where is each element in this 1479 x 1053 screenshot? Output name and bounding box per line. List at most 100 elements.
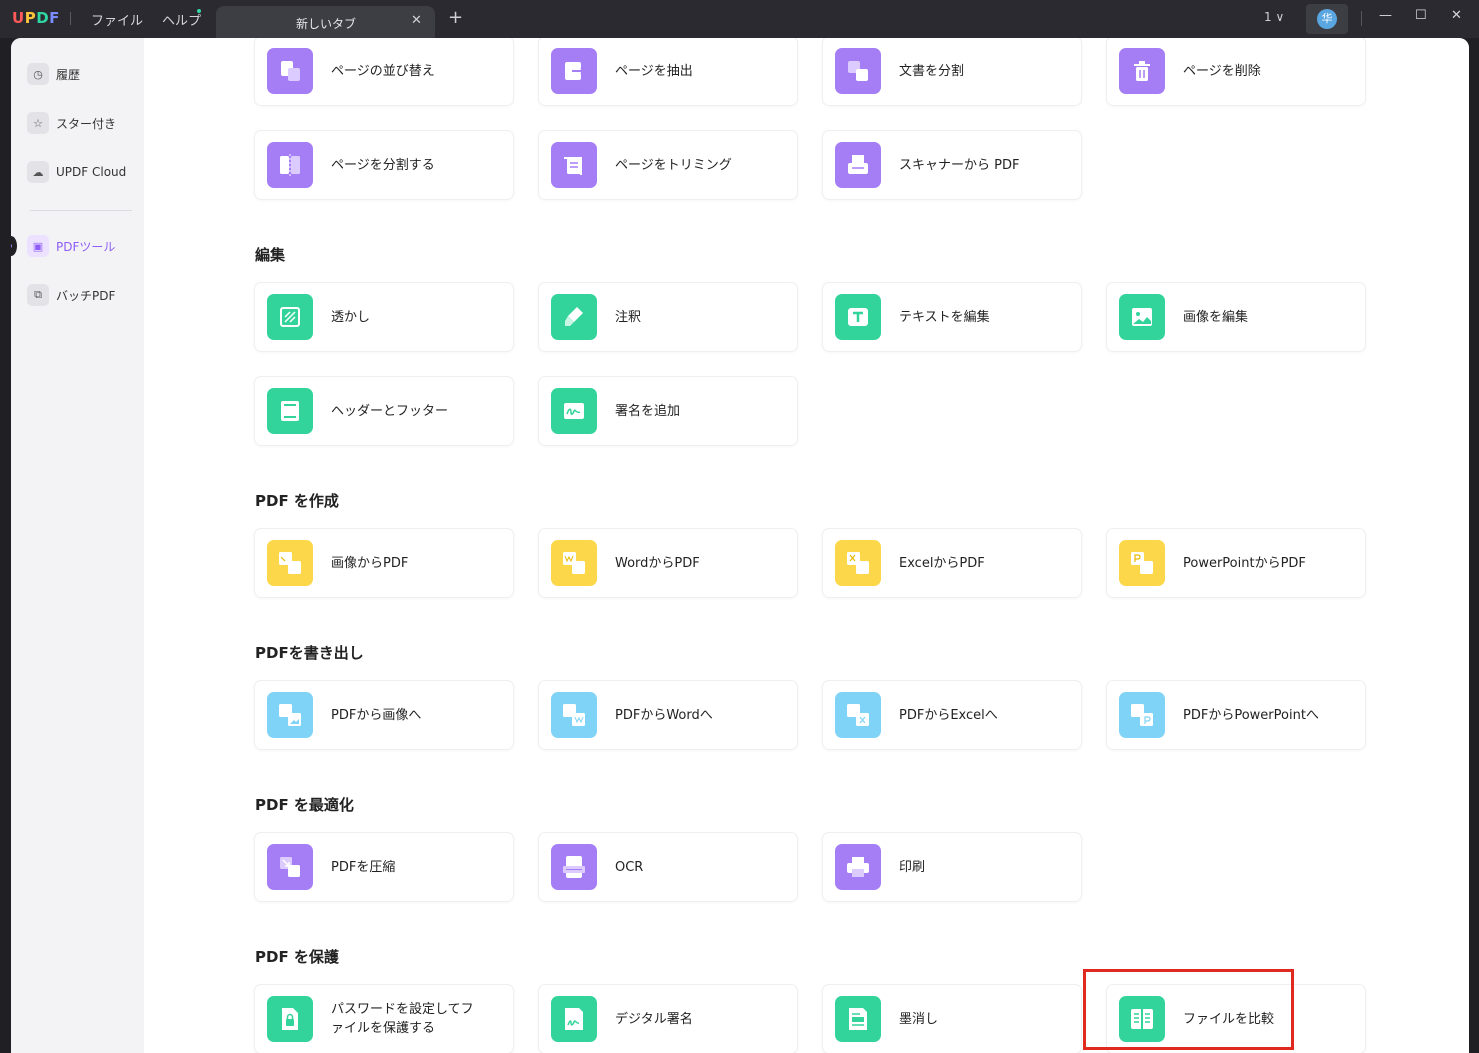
tool-card-compress-pdf[interactable]: PDFを圧縮 xyxy=(255,833,513,901)
tool-card-delete-pages[interactable]: ページを削除 xyxy=(1107,38,1365,105)
toolbox-icon: ▣ xyxy=(27,235,49,257)
minimize-button[interactable]: — xyxy=(1379,8,1392,23)
tool-card-pdf-to-powerpoint[interactable]: PDFからPowerPointへ xyxy=(1107,681,1365,749)
section-title-create: PDF を作成 xyxy=(255,492,339,510)
title-separator xyxy=(1361,11,1362,26)
section-title-export: PDFを書き出し xyxy=(255,644,364,662)
tool-card-label: ページの並び替え xyxy=(331,63,435,79)
menu-file[interactable]: ファイル xyxy=(91,10,143,29)
sidebar-item-label: バッチPDF xyxy=(56,288,116,303)
tool-card-edit-image[interactable]: 画像を編集 xyxy=(1107,283,1365,351)
tab-new[interactable]: 新しいタブ ✕ xyxy=(216,6,435,38)
tool-card-label: パスワードを設定してファイルを保護する xyxy=(331,1002,474,1036)
text-edit-icon xyxy=(835,294,881,340)
sidebar-item-starred[interactable]: ☆ スター付き xyxy=(27,108,137,138)
tool-card-label: ExcelからPDF xyxy=(899,555,985,571)
tool-card-label: ページを削除 xyxy=(1183,63,1261,79)
tool-card-label: PowerPointからPDF xyxy=(1183,555,1306,571)
tool-card-image-to-pdf[interactable]: 画像からPDF xyxy=(255,529,513,597)
tools-panel: ページの並び替え ページを抽出 文書を分割 ページを削除 ページを分割する ペー… xyxy=(144,38,1469,1053)
image-to-pdf-icon xyxy=(267,540,313,586)
tool-card-label: 透かし xyxy=(331,309,371,325)
add-tab-button[interactable]: + xyxy=(448,7,463,28)
tool-card-powerpoint-to-pdf[interactable]: PowerPointからPDF xyxy=(1107,529,1365,597)
avatar: 华 xyxy=(1317,9,1337,29)
tool-card-ocr[interactable]: OCR xyxy=(539,833,797,901)
tool-card-extract-pages[interactable]: ページを抽出 xyxy=(539,38,797,105)
trash-icon xyxy=(1119,48,1165,94)
tool-card-password-protect[interactable]: パスワードを設定してファイルを保護する xyxy=(255,985,513,1053)
tool-card-header-footer[interactable]: ヘッダーとフッター xyxy=(255,377,513,445)
watermark-icon xyxy=(267,294,313,340)
tool-card-label: テキストを編集 xyxy=(899,309,990,325)
menu-help[interactable]: ヘルプ xyxy=(162,10,201,29)
redact-icon xyxy=(835,996,881,1042)
section-title-optimize: PDF を最適化 xyxy=(255,796,354,814)
sidebar-item-label: UPDF Cloud xyxy=(56,165,127,179)
tool-card-label: デジタル署名 xyxy=(615,1011,693,1027)
image-edit-icon xyxy=(1119,294,1165,340)
tool-card-crop-pages[interactable]: ページをトリミング xyxy=(539,131,797,199)
tool-card-pdf-to-image[interactable]: PDFから画像へ xyxy=(255,681,513,749)
tool-card-label: 印刷 xyxy=(899,859,926,875)
tool-card-label: ページをトリミング xyxy=(615,157,732,173)
highlighter-icon xyxy=(551,294,597,340)
tool-card-redact[interactable]: 墨消し xyxy=(823,985,1081,1053)
tool-card-label: PDFからPowerPointへ xyxy=(1183,707,1319,723)
maximize-button[interactable]: ☐ xyxy=(1415,8,1427,23)
compare-files-icon xyxy=(1119,996,1165,1042)
tool-card-edit-text[interactable]: テキストを編集 xyxy=(823,283,1081,351)
split-pages-icon xyxy=(267,142,313,188)
tool-card-label: PDFを圧縮 xyxy=(331,859,396,875)
tool-card-excel-to-pdf[interactable]: ExcelからPDF xyxy=(823,529,1081,597)
tool-card-compare-files[interactable]: ファイルを比較 xyxy=(1107,985,1365,1053)
tool-card-label: ファイルを比較 xyxy=(1183,1011,1275,1027)
tool-card-print[interactable]: 印刷 xyxy=(823,833,1081,901)
sidebar: ◷ 履歴 ☆ スター付き ☁ UPDF Cloud ▣ PDFツール ⧉ バッチ… xyxy=(11,38,144,1053)
reorder-pages-icon xyxy=(267,48,313,94)
sidebar-item-label: 履歴 xyxy=(56,67,81,82)
digital-signature-icon xyxy=(551,996,597,1042)
section-title-edit: 編集 xyxy=(255,246,286,264)
tool-card-digital-signature[interactable]: デジタル署名 xyxy=(539,985,797,1053)
crop-icon xyxy=(551,142,597,188)
pdf-to-word-icon xyxy=(551,692,597,738)
tab-title: 新しいタブ xyxy=(296,17,357,31)
sidebar-item-label: スター付き xyxy=(56,116,117,131)
tool-card-reorder-pages[interactable]: ページの並び替え xyxy=(255,38,513,105)
scanner-icon xyxy=(835,142,881,188)
tool-card-label: PDFから画像へ xyxy=(331,707,422,723)
tool-card-split-document[interactable]: 文書を分割 xyxy=(823,38,1081,105)
pdf-to-powerpoint-icon xyxy=(1119,692,1165,738)
star-icon: ☆ xyxy=(27,112,49,134)
sidebar-item-cloud[interactable]: ☁ UPDF Cloud xyxy=(27,157,137,187)
account-button[interactable]: 华 xyxy=(1306,4,1348,34)
tool-card-label: ヘッダーとフッター xyxy=(331,403,449,419)
tool-card-label: OCR xyxy=(615,859,644,875)
tool-card-label: 文書を分割 xyxy=(899,63,965,79)
tool-card-label: ページを分割する xyxy=(331,157,435,173)
tool-card-annotate[interactable]: 注釈 xyxy=(539,283,797,351)
extract-pages-icon xyxy=(551,48,597,94)
tool-card-watermark[interactable]: 透かし xyxy=(255,283,513,351)
sidebar-item-history[interactable]: ◷ 履歴 xyxy=(27,59,137,89)
tool-card-add-signature[interactable]: 署名を追加 xyxy=(539,377,797,445)
tool-card-scanner-to-pdf[interactable]: スキャナーから PDF xyxy=(823,131,1081,199)
sidebar-item-pdf-tools[interactable]: ▣ PDFツール xyxy=(27,231,137,261)
tool-card-pdf-to-excel[interactable]: PDFからExcelへ xyxy=(823,681,1081,749)
title-separator xyxy=(70,12,71,25)
lock-file-icon xyxy=(267,996,313,1042)
tool-card-pdf-to-word[interactable]: PDFからWordへ xyxy=(539,681,797,749)
powerpoint-to-pdf-icon xyxy=(1119,540,1165,586)
window-count-dropdown[interactable]: 1 ∨ xyxy=(1264,10,1284,24)
close-window-button[interactable]: ✕ xyxy=(1451,8,1462,23)
tool-card-split-pages[interactable]: ページを分割する xyxy=(255,131,513,199)
section-title-protect: PDF を保護 xyxy=(255,948,339,966)
cloud-icon: ☁ xyxy=(27,161,49,183)
tool-card-label: PDFからWordへ xyxy=(615,707,713,723)
tool-card-label: WordからPDF xyxy=(615,555,700,571)
sidebar-item-batch-pdf[interactable]: ⧉ バッチPDF xyxy=(27,280,137,310)
tool-card-word-to-pdf[interactable]: WordからPDF xyxy=(539,529,797,597)
tab-close-icon[interactable]: ✕ xyxy=(411,13,422,28)
header-footer-icon xyxy=(267,388,313,434)
